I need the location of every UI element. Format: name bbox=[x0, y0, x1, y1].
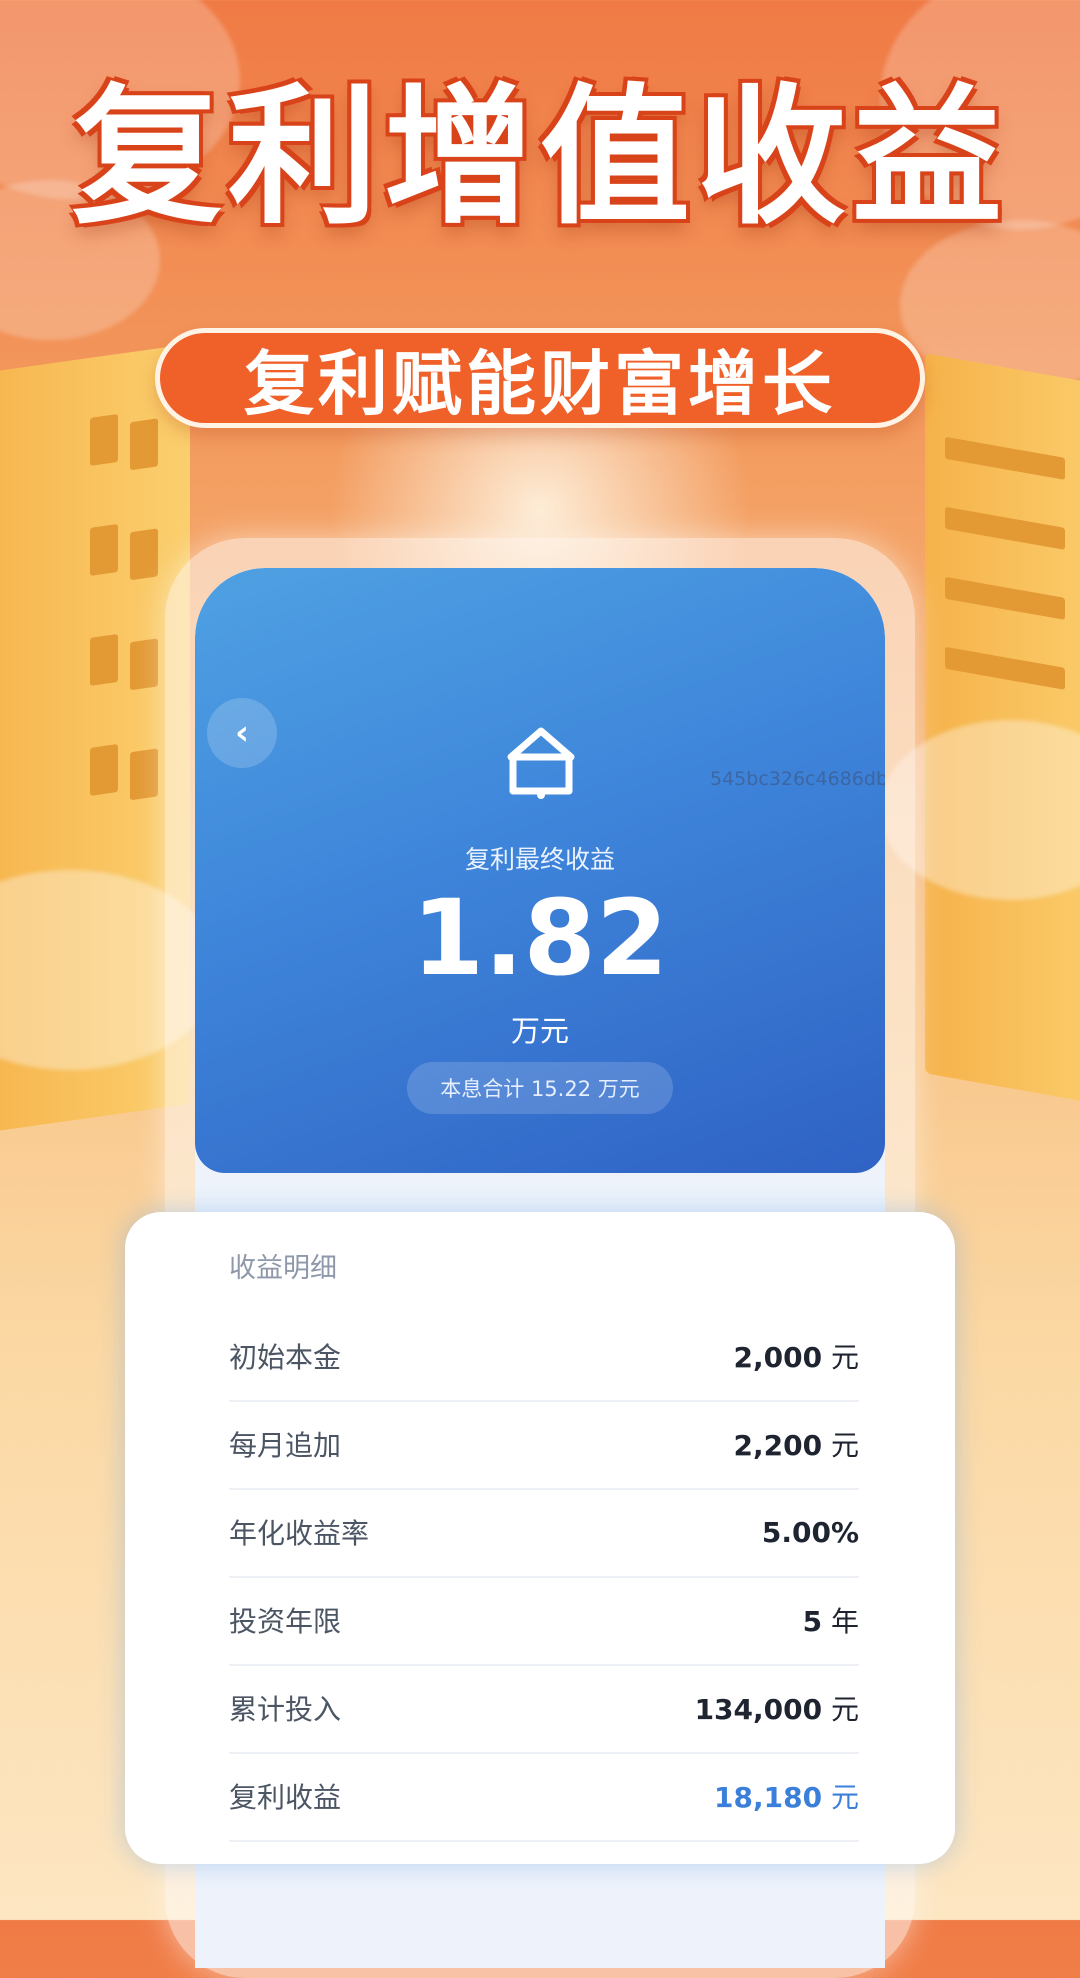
banner-subheadline: 复利赋能财富增长 bbox=[244, 342, 836, 425]
detail-label: 累计投入 bbox=[229, 1693, 342, 1726]
detail-row: 年化收益率 5.00% bbox=[229, 1488, 859, 1578]
detail-label: 复利收益 bbox=[229, 1781, 342, 1814]
detail-row: 每月追加 2,200 元 bbox=[229, 1400, 859, 1490]
detail-value: 5.00% bbox=[761, 1515, 859, 1549]
detail-value: 2,000 元 bbox=[733, 1341, 859, 1374]
total-badge: 本息合计 15.22 万元 bbox=[407, 1062, 673, 1114]
result-label: 复利最终收益 bbox=[464, 845, 615, 874]
result-value: 1.82 bbox=[411, 877, 669, 999]
detail-label: 年化收益率 bbox=[229, 1517, 370, 1550]
detail-label: 初始本金 bbox=[229, 1341, 342, 1374]
back-button[interactable]: ‹ bbox=[207, 698, 277, 768]
detail-value: 2,200 元 bbox=[733, 1429, 859, 1462]
details-title: 收益明细 bbox=[229, 1253, 337, 1284]
banner-headline: 复利增值收益 bbox=[71, 71, 1008, 245]
chevron-left-icon: ‹ bbox=[234, 713, 249, 753]
detail-value: 5 年 bbox=[802, 1605, 859, 1638]
detail-row: 累计投入 134,000 元 bbox=[229, 1664, 859, 1754]
detail-row: 投资年限 5 年 bbox=[229, 1576, 859, 1666]
home-icon bbox=[507, 727, 575, 799]
banner-subheadline-pill: 复利赋能财富增长 bbox=[155, 328, 925, 428]
result-header: ‹ 545bc326c4686db8 复利最终收益 1.82 万元 本息合计 1… bbox=[195, 568, 885, 1173]
detail-value: 18,180 元 bbox=[714, 1781, 859, 1814]
detail-value: 134,000 元 bbox=[694, 1693, 859, 1726]
result-unit: 万元 bbox=[510, 1014, 569, 1048]
detail-row: 初始本金 2,000 元 bbox=[229, 1312, 859, 1402]
detail-label: 投资年限 bbox=[229, 1605, 342, 1638]
detail-label: 每月追加 bbox=[229, 1429, 342, 1462]
details-card: 收益明细 初始本金 2,000 元 每月追加 2,200 元 年化收益率 5.0… bbox=[125, 1212, 955, 1864]
detail-row: 复利收益 18,180 元 bbox=[229, 1752, 859, 1842]
hash-text: 545bc326c4686db8 bbox=[710, 768, 885, 790]
